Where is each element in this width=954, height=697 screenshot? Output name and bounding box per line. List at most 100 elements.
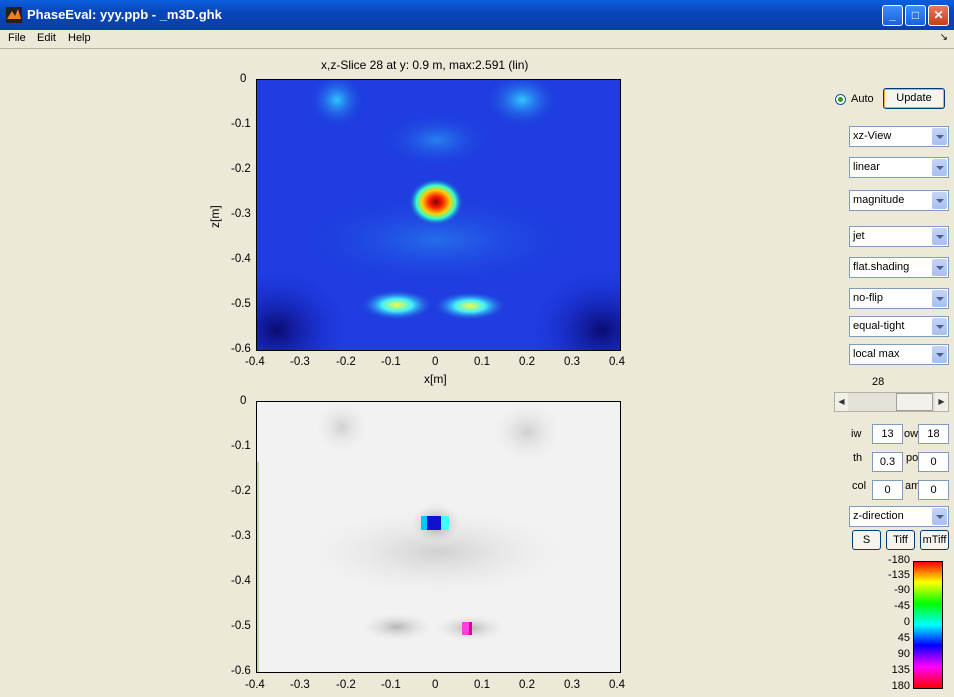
y-tick: 0 — [240, 73, 247, 85]
y-tick: -0.4 — [231, 575, 251, 587]
phase-overlay-image — [257, 402, 620, 672]
ow-label: ow — [904, 428, 919, 440]
tiff-button[interactable]: Tiff — [886, 530, 915, 550]
x-tick: -0.4 — [245, 356, 265, 368]
x-tick: -0.3 — [290, 356, 310, 368]
x-tick: 0.3 — [564, 679, 580, 691]
chevron-down-icon — [932, 192, 947, 209]
window-title: PhaseEval: yyy.ppb - _m3D.ghk — [27, 7, 222, 22]
x-tick: -0.4 — [245, 679, 265, 691]
s-button[interactable]: S — [852, 530, 881, 550]
y-tick: -0.2 — [231, 163, 251, 175]
colorbar-tick: 0 — [903, 616, 910, 628]
col-label: col — [852, 480, 867, 492]
chevron-down-icon — [932, 318, 947, 335]
ow-field[interactable]: 18 — [918, 424, 949, 444]
th-label: th — [853, 452, 863, 464]
y-tick: -0.3 — [231, 208, 251, 220]
maximize-button[interactable]: □ — [905, 5, 926, 26]
x-tick: -0.1 — [381, 356, 401, 368]
chevron-down-icon — [932, 290, 947, 307]
y-tick: -0.6 — [231, 665, 251, 677]
magnitude-heatmap — [257, 80, 620, 350]
update-button[interactable]: Update — [883, 88, 945, 109]
menu-bar: File Edit Help ↘ — [0, 30, 954, 49]
x-tick: 0.2 — [519, 356, 535, 368]
iw-field[interactable]: 13 — [872, 424, 903, 444]
x-tick: -0.1 — [381, 679, 401, 691]
phase-colorbar — [913, 561, 943, 689]
y-tick: -0.1 — [231, 440, 251, 452]
close-button[interactable]: ✕ — [928, 5, 949, 26]
dock-arrow-icon[interactable]: ↘ — [940, 32, 948, 43]
y-axis-label: z[m] — [208, 205, 222, 228]
quantity-dropdown[interactable]: magnitude — [849, 190, 949, 211]
x-tick: 0 — [432, 679, 439, 691]
po-label: po — [906, 452, 919, 464]
colorbar-tick: 45 — [897, 632, 910, 644]
x-tick: 0.3 — [564, 356, 580, 368]
chevron-down-icon — [932, 508, 947, 525]
direction-dropdown[interactable]: z-direction — [849, 506, 949, 527]
x-tick: 0.4 — [609, 679, 625, 691]
colorbar-tick: -135 — [887, 569, 910, 581]
chevron-down-icon — [932, 259, 947, 276]
title-bar: PhaseEval: yyy.ppb - _m3D.ghk _ □ ✕ — [0, 0, 954, 30]
y-tick: -0.5 — [231, 298, 251, 310]
po-field[interactable]: 0 — [918, 452, 949, 472]
x-tick: 0.1 — [474, 356, 490, 368]
chevron-down-icon — [932, 346, 947, 363]
y-tick: -0.6 — [231, 343, 251, 355]
slider-thumb[interactable] — [896, 393, 933, 411]
view-dropdown[interactable]: xz-View — [849, 126, 949, 147]
chevron-right-icon[interactable]: ▶ — [935, 393, 948, 411]
top-plot-title: x,z-Slice 28 at y: 0.9 m, max:2.591 (lin… — [321, 58, 529, 72]
menu-edit[interactable]: Edit — [37, 32, 56, 44]
x-tick: -0.2 — [336, 679, 356, 691]
auto-label: Auto — [851, 93, 874, 105]
max-mode-dropdown[interactable]: local max — [849, 344, 949, 365]
slice-slider[interactable]: ◀ ▶ — [834, 392, 949, 412]
chevron-down-icon — [932, 228, 947, 245]
colorbar-tick: 135 — [891, 664, 910, 676]
bottom-plot-image[interactable] — [256, 401, 621, 673]
colorbar-tick: 90 — [897, 648, 910, 660]
chevron-down-icon — [932, 128, 947, 145]
iw-label: iw — [851, 428, 862, 440]
colorbar-tick: -45 — [894, 600, 910, 612]
colorbar-tick: 180 — [891, 680, 910, 692]
x-tick: 0.1 — [474, 679, 490, 691]
mtiff-button[interactable]: mTiff — [920, 530, 949, 550]
y-tick: -0.1 — [231, 118, 251, 130]
chevron-down-icon — [932, 159, 947, 176]
x-tick: 0 — [432, 356, 439, 368]
auto-radio[interactable] — [835, 94, 846, 105]
col-field[interactable]: 0 — [872, 480, 903, 500]
y-tick: -0.5 — [231, 620, 251, 632]
colormap-dropdown[interactable]: jet — [849, 226, 949, 247]
matlab-logo-icon — [6, 7, 22, 23]
slice-value: 28 — [872, 376, 885, 388]
flip-dropdown[interactable]: no-flip — [849, 288, 949, 309]
menu-file[interactable]: File — [8, 32, 26, 44]
aspect-dropdown[interactable]: equal-tight — [849, 316, 949, 337]
am-field[interactable]: 0 — [918, 480, 949, 500]
scale-dropdown[interactable]: linear — [849, 157, 949, 178]
y-tick: 0 — [240, 395, 247, 407]
x-axis-label: x[m] — [424, 372, 447, 386]
y-tick: -0.2 — [231, 485, 251, 497]
minimize-button[interactable]: _ — [882, 5, 903, 26]
y-tick: -0.4 — [231, 253, 251, 265]
top-plot-image[interactable] — [256, 79, 621, 351]
chevron-left-icon[interactable]: ◀ — [835, 393, 848, 411]
colorbar-tick: -90 — [894, 584, 910, 596]
x-tick: 0.2 — [519, 679, 535, 691]
x-tick: 0.4 — [609, 356, 625, 368]
menu-help[interactable]: Help — [68, 32, 91, 44]
x-tick: -0.2 — [336, 356, 356, 368]
th-field[interactable]: 0.3 — [872, 452, 903, 472]
x-tick: -0.3 — [290, 679, 310, 691]
colorbar-tick: -180 — [887, 554, 910, 566]
y-tick: -0.3 — [231, 530, 251, 542]
shading-dropdown[interactable]: flat.shading — [849, 257, 949, 278]
